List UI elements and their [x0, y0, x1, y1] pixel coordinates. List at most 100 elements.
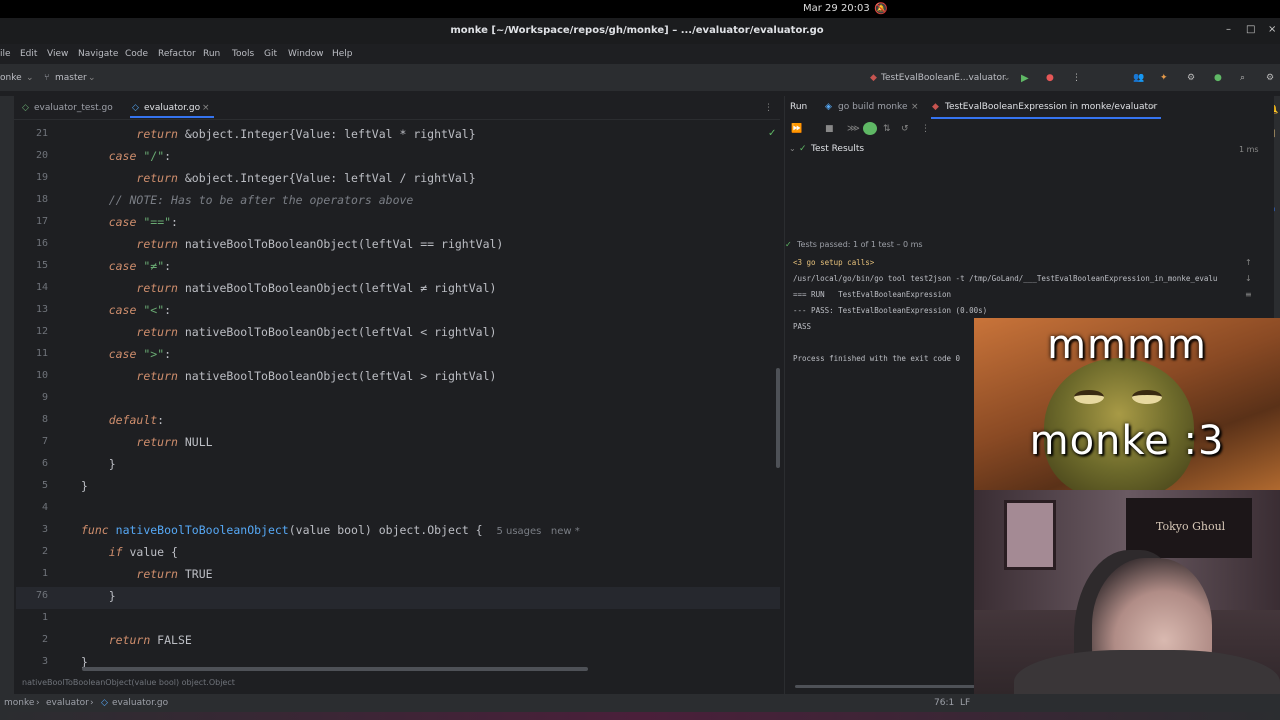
chevron-down-icon[interactable]: ⌄ — [1003, 73, 1011, 83]
menu-git[interactable]: Git — [264, 49, 277, 59]
console-horizontal-scrollbar[interactable] — [795, 685, 975, 688]
status-icon[interactable]: ● — [1214, 73, 1222, 83]
code-line[interactable]: case "<": — [81, 303, 171, 317]
code-line[interactable]: return nativeBoolToBooleanObject(leftVal… — [81, 325, 496, 339]
line-number[interactable]: 20 — [16, 150, 48, 161]
line-number[interactable]: 14 — [16, 282, 48, 293]
line-number[interactable]: 2 — [16, 546, 48, 557]
code-line[interactable]: // NOTE: Has to be after the operators a… — [81, 193, 414, 207]
code-line[interactable]: } — [81, 457, 116, 471]
line-number[interactable]: 18 — [16, 194, 48, 205]
code-line[interactable]: return nativeBoolToBooleanObject(leftVal… — [81, 237, 503, 251]
line-number[interactable]: 21 — [16, 128, 48, 139]
code-line[interactable]: case ">": — [81, 347, 171, 361]
more-icon[interactable]: ⋮ — [1072, 73, 1081, 83]
code-line[interactable]: return nativeBoolToBooleanObject(leftVal… — [81, 281, 496, 295]
plugin-icon[interactable]: ✦ — [1160, 73, 1168, 83]
editor-vertical-scrollbar[interactable] — [776, 368, 780, 468]
menu-view[interactable]: View — [47, 49, 68, 59]
code-line[interactable]: return &object.Integer{Value: leftVal / … — [81, 171, 475, 185]
settings-icon[interactable]: ⚙ — [1266, 73, 1274, 83]
more-icon[interactable]: ⋮ — [921, 124, 930, 134]
tab-evaluator-test[interactable]: evaluator_test.go — [34, 103, 113, 113]
close-tab-icon[interactable]: × — [202, 103, 210, 113]
breadcrumb-dir[interactable]: evaluator — [46, 698, 89, 708]
line-number[interactable]: 3 — [16, 656, 48, 667]
tab-test-run[interactable]: TestEvalBooleanExpression in monke/evalu… — [945, 102, 1157, 112]
code-line[interactable]: case "==": — [81, 215, 178, 229]
menu-tools[interactable]: Tools — [232, 49, 254, 59]
ai-assistant-icon[interactable]: ⚙ — [1187, 73, 1195, 83]
line-number[interactable]: 5 — [16, 480, 48, 491]
menu-file[interactable]: ile — [0, 49, 11, 59]
code-line[interactable]: } — [81, 479, 88, 493]
code-editor[interactable]: 21 return &object.Integer{Value: leftVal… — [16, 124, 780, 669]
code-line[interactable]: return TRUE — [81, 567, 212, 581]
rerun-icon[interactable]: ⏩ — [791, 124, 802, 134]
line-number[interactable]: 2 — [16, 634, 48, 645]
line-number[interactable]: 4 — [16, 502, 48, 513]
menu-refactor[interactable]: Refactor — [158, 49, 196, 59]
line-number[interactable]: 11 — [16, 348, 48, 359]
line-number[interactable]: 6 — [16, 458, 48, 469]
breadcrumb-project[interactable]: monke — [4, 698, 34, 708]
menu-run[interactable]: Run — [203, 49, 220, 59]
tab-go-build[interactable]: go build monke — [838, 102, 907, 112]
close-tab-icon[interactable]: × — [1149, 102, 1157, 112]
line-number[interactable]: 12 — [16, 326, 48, 337]
project-selector[interactable]: onke — [0, 73, 22, 83]
code-line[interactable]: return &object.Integer{Value: leftVal * … — [81, 127, 475, 141]
system-clock[interactable]: Mar 29 20:03 — [803, 3, 870, 14]
bell-off-icon[interactable]: 🔕 — [874, 2, 888, 15]
menu-navigate[interactable]: Navigate — [78, 49, 118, 59]
line-number[interactable]: 1 — [16, 612, 48, 623]
caret-position[interactable]: 76:1 — [934, 698, 954, 708]
chevron-down-icon[interactable]: ⌄ — [26, 73, 34, 83]
line-number[interactable]: 19 — [16, 172, 48, 183]
scroll-down-icon[interactable]: ↓ — [1245, 274, 1252, 283]
line-number[interactable]: 8 — [16, 414, 48, 425]
search-icon[interactable]: ⌕ — [1240, 73, 1245, 83]
line-number[interactable]: 15 — [16, 260, 48, 271]
close-button[interactable]: × — [1268, 24, 1276, 35]
minimize-button[interactable]: – — [1226, 24, 1231, 35]
run-config-selector[interactable]: TestEvalBooleanE...valuator — [881, 73, 1006, 83]
code-line[interactable]: func nativeBoolToBooleanObject(value boo… — [81, 523, 580, 537]
code-line[interactable]: return FALSE — [81, 633, 192, 647]
code-breadcrumb[interactable]: nativeBoolToBooleanObject(value bool) ob… — [22, 678, 802, 690]
maximize-button[interactable]: □ — [1246, 24, 1255, 35]
menu-window[interactable]: Window — [288, 49, 324, 59]
code-line[interactable]: case "/": — [81, 149, 171, 163]
line-number[interactable]: 9 — [16, 392, 48, 403]
run-icon[interactable]: ▶ — [1021, 73, 1029, 84]
line-number[interactable]: 10 — [16, 370, 48, 381]
close-tab-icon[interactable]: × — [911, 102, 919, 112]
history-icon[interactable]: ↺ — [901, 124, 909, 134]
line-number[interactable]: 13 — [16, 304, 48, 315]
menu-help[interactable]: Help — [332, 49, 353, 59]
tab-evaluator[interactable]: evaluator.go — [144, 103, 200, 113]
more-tabs-icon[interactable]: ⋮ — [764, 103, 773, 113]
show-passed-icon[interactable] — [863, 122, 877, 135]
line-number[interactable]: 1 — [16, 568, 48, 579]
breadcrumb-file[interactable]: evaluator.go — [112, 698, 168, 708]
editor-horizontal-scrollbar[interactable] — [82, 667, 588, 671]
code-with-me-icon[interactable]: 👥 — [1133, 73, 1144, 83]
code-line[interactable]: case "≠": — [81, 259, 171, 273]
line-number[interactable]: 16 — [16, 238, 48, 249]
line-number[interactable]: 76 — [16, 590, 48, 601]
code-line[interactable]: if value { — [81, 545, 178, 559]
branch-selector[interactable]: master — [55, 73, 87, 83]
line-separator[interactable]: LF — [960, 698, 970, 708]
stop-icon[interactable]: ■ — [825, 124, 834, 134]
line-number[interactable]: 3 — [16, 524, 48, 535]
test-results-node[interactable]: Test Results — [811, 144, 864, 154]
code-line[interactable]: default: — [81, 413, 164, 427]
line-number[interactable]: 17 — [16, 216, 48, 227]
debug-icon[interactable]: ● — [1046, 73, 1054, 83]
chevron-down-icon[interactable]: ⌄ — [88, 73, 96, 83]
code-line[interactable]: return nativeBoolToBooleanObject(leftVal… — [81, 369, 496, 383]
code-line[interactable]: } — [81, 589, 116, 603]
line-number[interactable]: 7 — [16, 436, 48, 447]
chevron-down-icon[interactable]: ⌄ — [789, 144, 796, 153]
